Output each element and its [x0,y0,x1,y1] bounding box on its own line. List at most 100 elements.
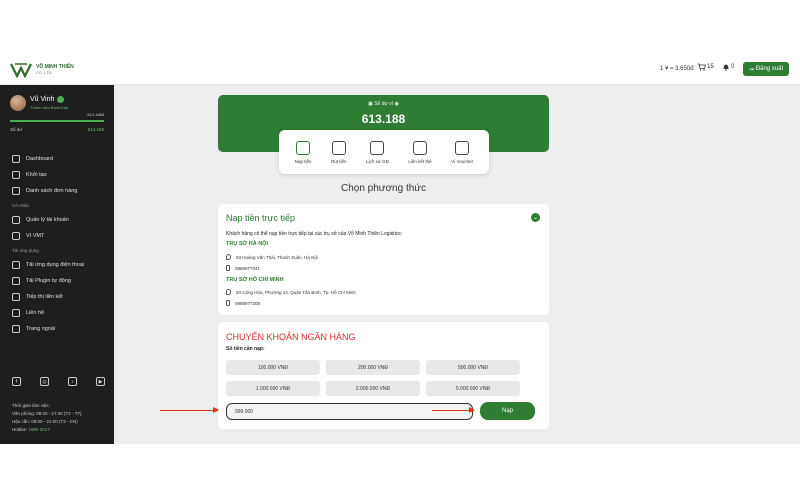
balance-label: Số dư [10,127,23,132]
wallet-action[interactable]: Lịch sử GD [366,140,389,164]
wallet-action[interactable]: Ví Voucher [451,140,474,164]
wallet-action[interactable]: Rút tiền [331,140,347,164]
sidebar-nav: Dashboard Khởi tạo Danh sách đơn hàng Cá nh… [0,151,114,337]
user-name: Vũ Vinh [30,96,55,103]
direct-deposit-card: Nạp tiền trực tiếp ⌄ Khách hàng có thể n… [218,204,549,315]
amount-input[interactable]: 999.000 [226,403,473,420]
amount-options: 100.000 VNĐ 200.000 VNĐ 500.000 VNĐ 1.000.0… [226,360,520,396]
external-icon [12,325,20,333]
deposit-icon [296,140,311,155]
wallet-action-label: Ví Voucher [451,158,474,164]
hotline: Hotline: 1900 3017 [12,427,50,432]
sidebar-item[interactable]: Dashboard [0,151,114,167]
brand-sub: CO.,LTD. [36,70,53,75]
exchange-rate: 1 ¥ = 3.650đ [660,66,694,72]
amount-option[interactable]: 2.000.000 VNĐ [326,381,420,396]
deposit-submit-button[interactable]: Nạp [480,402,535,420]
youtube-icon[interactable]: ▶ [96,377,105,386]
bank-transfer-title: CHUYỂN KHOẢN NGÂN HÀNG [226,332,356,342]
sidebar-item[interactable]: Tiếp thị liên kết [0,289,114,305]
social-links: f ◎ ♪ ▶ [12,377,105,386]
sidebar-item-label: Ví VMT [26,233,45,239]
avatar[interactable] [10,95,26,111]
phone-icon [226,265,230,271]
worktime-title: Thời gian làm việc: [12,403,50,408]
annotation-arrow [432,407,475,413]
top-whitespace [0,0,800,54]
bottom-whitespace [0,444,800,500]
progress-value: 613.188đ [87,112,104,117]
verified-icon [57,96,65,103]
sidebar-item[interactable]: Tải Plugin tự động [0,273,114,289]
logout-icon: ⇥ [748,66,754,73]
logo-mark-icon [10,63,32,78]
sidebar-item-label: Danh sách đơn hàng [26,188,78,194]
card-link-icon [413,140,427,155]
wallet-action[interactable]: Liên kết thẻ [408,140,432,164]
sidebar-item[interactable]: Danh sách đơn hàng [0,183,114,199]
amount-option[interactable]: 500.000 VNĐ [426,360,520,375]
sidebar-item-label: Khởi tạo [26,172,47,178]
location-icon [226,289,231,295]
sidebar-item-label: Quản lý tài khoản [26,217,69,223]
instagram-icon[interactable]: ◎ [40,377,49,386]
create-icon [12,171,20,179]
wallet-label: Số dư ví [374,101,394,107]
brand-logo[interactable]: VÕ MINH THIÊN CO.,LTD. [10,62,74,78]
branch-address-hanoi: 93 Hoàng Văn Thái, Thanh Xuân, Hà Nội [226,254,318,260]
amount-option[interactable]: 100.000 VNĐ [226,360,320,375]
cart-button[interactable]: 15 [697,63,714,71]
user-rank: Thành viên Bạch Kim [30,105,69,110]
worktime-office: Văn phòng: 08:00 - 17:30 (T2 - T7) [12,411,82,416]
sidebar: Vũ Vinh Thành viên Bạch Kim 613.188đ Số … [0,85,114,445]
amount-option[interactable]: 1.000.000 VNĐ [226,381,320,396]
top-header: VÕ MINH THIÊN CO.,LTD. 1 ¥ = 3.650đ 15 0… [0,54,800,85]
collapse-button[interactable]: ⌄ [531,213,540,222]
tiktok-icon[interactable]: ♪ [68,377,77,386]
wallet-amount: 613.188 [361,112,406,126]
method-title: Chọn phương thức [341,183,426,194]
cart-count: 15 [707,64,714,70]
sidebar-item-label: Trang ngoài [26,326,56,332]
amount-option[interactable]: 200.000 VNĐ [326,360,420,375]
balance-value: 613.188 [87,127,104,132]
progress-fill [10,120,104,122]
sidebar-item[interactable]: Tải ứng dụng điện thoại [0,257,114,273]
affiliate-icon [12,293,20,301]
wallet-actions: Nạp tiền Rút tiền Lịch sử GD Liên kết thẻ Ví… [279,130,489,174]
direct-deposit-title: Nạp tiền trực tiếp [226,213,296,223]
working-hours: Thời gian làm việc: Văn phòng: 08:00 - 1… [12,402,81,434]
sidebar-item-label: Liên hệ [26,310,45,316]
bank-transfer-card: CHUYỂN KHOẢN NGÂN HÀNG Số tiền cần nạp: … [218,322,549,429]
direct-deposit-desc: Khách hàng có thể nạp tiền trực tiếp tại… [226,231,403,237]
wallet-icon: ▣ [368,101,373,107]
user-icon [12,216,20,224]
hotline-number[interactable]: 1900 3017 [29,427,50,432]
branch-title-hanoi: TRỤ SỞ HÀ NỘI [226,241,268,247]
phone-icon [226,300,230,306]
facebook-icon[interactable]: f [12,377,21,386]
amount-option[interactable]: 5.000.000 VNĐ [426,381,520,396]
wallet-action-label: Nạp tiền [294,158,312,164]
sidebar-item[interactable]: Quản lý tài khoản [0,212,114,228]
sidebar-item[interactable]: Trang ngoài [0,321,114,337]
wallet-action-label: Lịch sử GD [366,158,389,164]
worktime-support: Hậu cần: 09:00 - 21:00 (T2 - CN) [12,419,78,424]
notification-button[interactable]: 0 [722,63,734,71]
amount-label: Số tiền cần nạp: [226,346,265,352]
logout-label: Đăng xuất [755,66,784,72]
branch-phone-hcm: 0988977308 [226,300,260,306]
history-icon [370,140,385,155]
wallet-action[interactable]: Nạp tiền [294,140,312,164]
voucher-icon [455,140,470,155]
logout-button[interactable]: ⇥ Đăng xuất [743,62,789,76]
sidebar-item-label: Tải Plugin tự động [26,278,71,284]
sidebar-item[interactable]: Liên hệ [0,305,114,321]
eye-icon[interactable]: ◉ [395,101,399,107]
sidebar-section: Cá nhân [12,203,30,208]
phone-icon [12,261,20,269]
sidebar-item[interactable]: Khởi tạo [0,167,114,183]
chevron-down-icon: ⌄ [532,215,539,221]
sidebar-item[interactable]: Ví VMT [0,228,114,244]
orders-icon [12,187,20,195]
